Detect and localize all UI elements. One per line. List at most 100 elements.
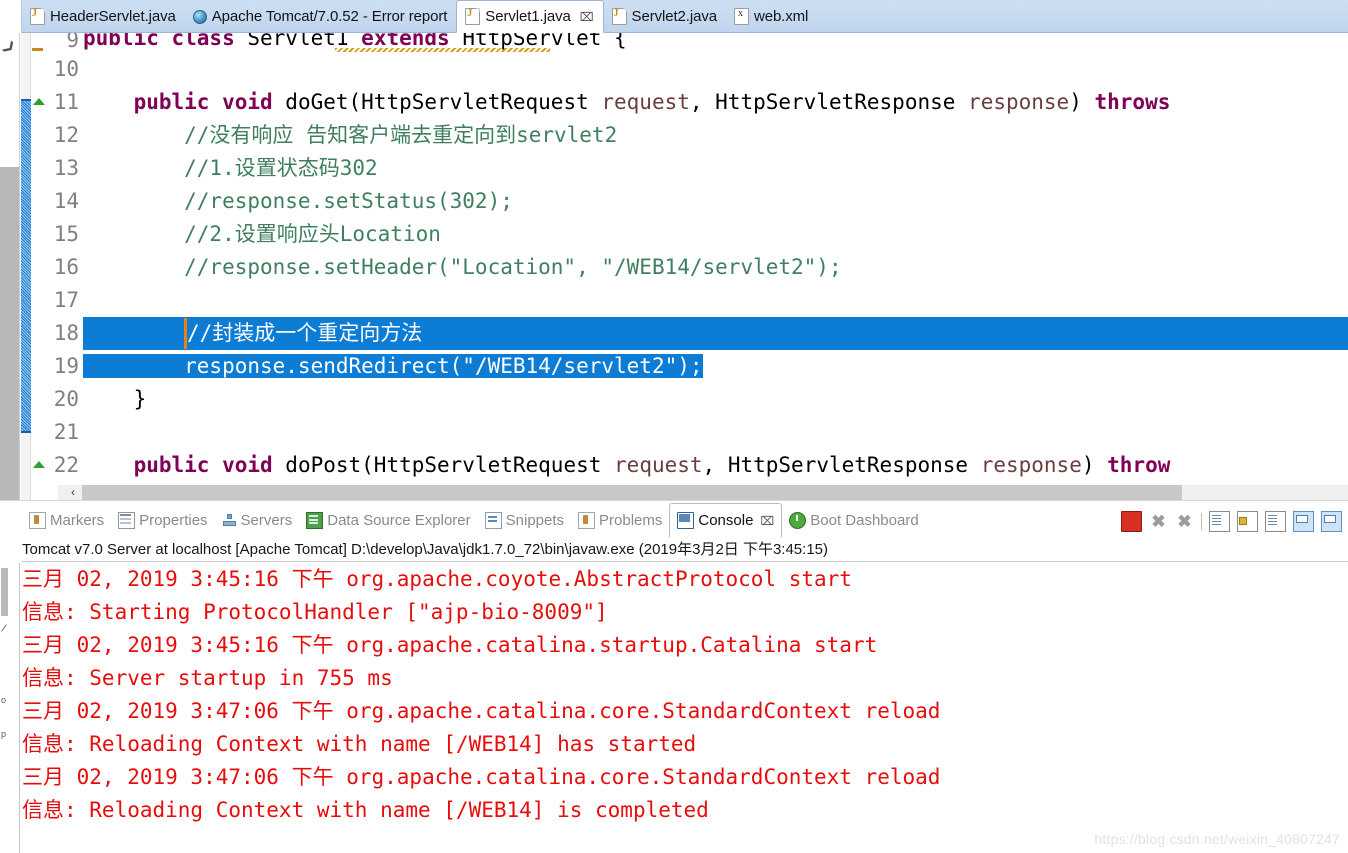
line-number: 15 [31,218,83,251]
console-log-line: 三月 02, 2019 3:47:06 下午 org.apache.catali… [22,699,941,723]
console-gutter-mark-3: p [1,729,7,739]
java-file-icon [465,8,481,25]
code-line[interactable]: //封装成一个重定向方法 [83,317,1348,350]
editor-tab-apache-tomcat-7-0-52-error-report[interactable]: Apache Tomcat/7.0.52 - Error report [185,0,457,33]
code-line[interactable]: response.sendRedirect("/WEB14/servlet2")… [83,350,1348,383]
close-icon[interactable]: ⌧ [580,11,594,23]
editor-horizontal-scrollbar[interactable]: ‹ [58,485,1348,500]
fold-arrow-icon[interactable] [33,461,45,468]
code-line[interactable] [83,416,1348,449]
code-token: response.sendRedirect("/WEB14/servlet2")… [83,354,703,378]
lock-icon[interactable] [1237,510,1258,532]
line-number-label: 11 [53,90,79,114]
console-log-line: 三月 02, 2019 3:45:16 下午 org.apache.coyote… [22,567,852,591]
java-file-icon [30,8,45,25]
code-token: //response.setStatus(302); [83,189,513,213]
code-line[interactable] [83,284,1348,317]
display-console-icon[interactable] [1321,510,1342,532]
editor-tab-label: Servlet2.java [631,8,718,25]
x-icon[interactable]: ✖ [1149,512,1168,531]
code-token: } [83,387,147,411]
code-line-text: public void doPost(HttpServletRequest re… [83,453,1171,477]
console-log-line: 信息: Reloading Context with name [/WEB14]… [22,732,697,756]
view-tab-snippets[interactable]: Snippets [478,505,571,535]
code-line[interactable]: //response.setStatus(302); [83,185,1348,218]
view-tab-label: Console [698,512,754,529]
editor-left-grey-panel [0,167,19,500]
editor-marker-bar[interactable] [21,33,31,500]
editor-tab-headerservlet-java[interactable]: HeaderServlet.java [22,0,185,33]
code-token: //封装成一个重定向方法 [187,321,423,345]
code-text-area[interactable]: public class Servlet1 extends HttpServle… [83,33,1348,485]
line-number: 19 [31,350,83,383]
line-number: 18 [31,317,83,350]
line-number-label: 21 [53,420,79,444]
markers-icon [29,511,46,529]
code-line-text: //封装成一个重定向方法 [83,317,422,350]
console-scroll-thumb[interactable] [1,568,8,616]
line-number-label: 18 [53,321,79,345]
close-icon[interactable]: ⌧ [760,514,774,528]
change-indicator-bar [21,99,31,433]
servers-icon [222,513,237,528]
editor-tab-servlet2-java[interactable]: Servlet2.java [604,0,726,33]
console-output-panel[interactable]: / o p 三月 02, 2019 3:45:16 下午 org.apache.… [0,563,1348,853]
separator [1201,512,1202,530]
scroll-left-arrow-icon[interactable]: ‹ [64,485,82,500]
editor-tab-web-xml[interactable]: web.xml [726,0,817,33]
console-log-line: 信息: Reloading Context with name [/WEB14]… [22,798,709,822]
editor-left-strip: ❯ [0,33,20,500]
code-line[interactable]: //2.设置响应头Location [83,218,1348,251]
view-tab-properties[interactable]: Properties [111,505,214,535]
fold-arrow-icon[interactable] [33,98,45,105]
line-number-label: 12 [53,123,79,147]
problems-icon [578,511,596,529]
code-token: throws [1094,90,1171,114]
view-tab-console[interactable]: Console ⌧ [669,503,783,537]
scrollbar-thumb[interactable] [82,485,1182,500]
code-line[interactable]: //没有响应 告知客户端去重定向到servlet2 [83,119,1348,152]
code-line-text: public void doGet(HttpServletRequest req… [83,90,1171,114]
code-token: //没有响应 告知客户端去重定向到servlet2 [83,123,618,147]
code-line[interactable]: public void doPost(HttpServletRequest re… [83,449,1348,482]
view-tab-markers[interactable]: Markers [22,505,111,535]
code-line-text: //response.setHeader("Location", "/WEB14… [83,255,841,279]
code-editor[interactable]: ❯ 9 10 11 12 13 14 15 16 17 18 19 20 21 22 public cla… [0,33,1348,500]
stop-square-icon[interactable] [1121,510,1142,532]
code-token: , HttpServletResponse [689,90,969,114]
view-tab-problems[interactable]: Problems [571,505,669,535]
console-view-toolbar: ✖ ✖ [1121,508,1342,534]
code-line[interactable]: } [83,383,1348,416]
editor-tabs: HeaderServlet.java Apache Tomcat/7.0.52 -… [22,0,817,33]
editor-tab-servlet1-java[interactable]: Servlet1.java ⌧ [456,0,604,33]
code-line[interactable]: public class Servlet1 extends HttpServle… [83,33,1348,53]
console-log-line: 三月 02, 2019 3:47:06 下午 org.apache.catali… [22,765,941,789]
line-number: 17 [31,284,83,317]
wrap-console-icon[interactable] [1265,510,1286,532]
line-number-label: 14 [53,189,79,213]
code-line[interactable]: public void doGet(HttpServletRequest req… [83,86,1348,119]
view-tab-label: Boot Dashboard [810,511,919,529]
line-number-label: 10 [53,57,79,81]
console-gutter-mark-1: / [0,622,8,636]
view-tab-boot-dashboard[interactable]: Boot Dashboard [782,505,925,535]
view-tab-data-source-explorer[interactable]: Data Source Explorer [299,505,477,535]
code-line[interactable] [83,53,1348,86]
boot-dashboard-icon [789,511,807,529]
code-token: public void [133,90,286,114]
collapse-chevron-icon[interactable]: ❯ [0,37,19,56]
view-tab-label: Markers [50,511,105,529]
double-x-icon[interactable]: ✖ [1175,512,1194,531]
code-line[interactable]: //response.setHeader("Location", "/WEB14… [83,251,1348,284]
line-number-label: 15 [53,222,79,246]
view-tab-servers[interactable]: Servers [215,505,300,535]
code-line-text: //2.设置响应头Location [83,222,441,246]
clear-console-icon[interactable] [1209,510,1230,532]
console-left-gutter: / o p [0,563,20,853]
code-line[interactable]: //1.设置状态码302 [83,152,1348,185]
fold-collapse-icon[interactable] [32,48,43,51]
pin-console-icon[interactable] [1293,510,1314,532]
xml-file-icon [733,8,749,25]
